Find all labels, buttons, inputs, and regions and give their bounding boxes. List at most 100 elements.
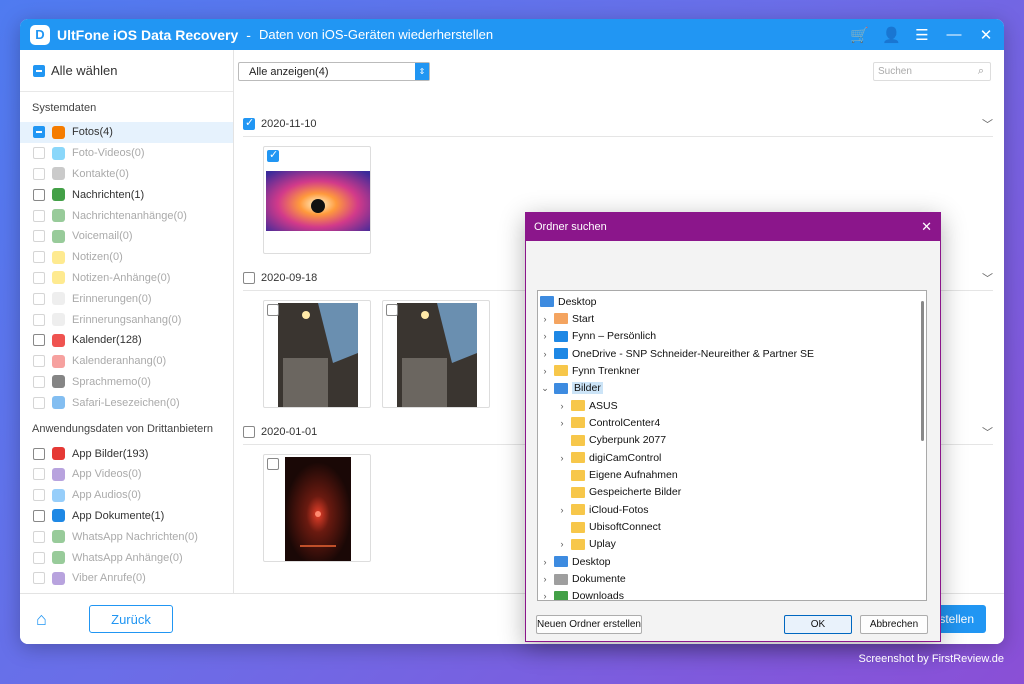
folder-icon xyxy=(540,296,554,307)
date-group-checkbox[interactable] xyxy=(243,116,255,130)
photo-thumbnail[interactable] xyxy=(263,146,371,254)
folder-icon xyxy=(554,556,568,568)
folder-tree-node[interactable]: › ControlCenter4 xyxy=(557,414,661,431)
tree-scrollbar[interactable] xyxy=(921,301,924,441)
folder-tree-node[interactable]: ⌄ Bilder xyxy=(540,380,603,397)
ok-button[interactable]: OK xyxy=(784,615,852,634)
sidebar-item[interactable]: Nachrichten(1) xyxy=(20,184,233,205)
sidebar-item-checkbox xyxy=(33,375,45,388)
date-group-checkbox[interactable] xyxy=(243,425,255,438)
filter-select[interactable]: Alle anzeigen(4) ⇕ xyxy=(238,62,430,81)
folder-tree-node[interactable]: › OneDrive - SNP Schneider-Neureither & P… xyxy=(540,345,815,362)
chevron-right-icon[interactable]: › xyxy=(540,366,550,376)
dialog-close-icon[interactable]: ✕ xyxy=(921,219,932,235)
sidebar-item-checkbox[interactable] xyxy=(33,188,45,201)
minimize-icon[interactable]: — xyxy=(946,26,962,43)
sidebar-item: Erinnerungen(0) xyxy=(20,288,233,309)
folder-tree-node[interactable]: Cyberpunk 2077 xyxy=(557,432,666,449)
folder-tree-node[interactable]: › Uplay xyxy=(557,536,616,553)
chevron-right-icon[interactable]: › xyxy=(557,505,567,515)
chevron-right-icon[interactable]: › xyxy=(540,349,550,359)
folder-tree-node[interactable]: › Fynn – Persönlich xyxy=(540,328,657,345)
photo-checkbox[interactable] xyxy=(267,304,279,316)
sidebar-item-checkbox[interactable] xyxy=(33,126,45,139)
category-icon xyxy=(52,447,65,461)
new-folder-button[interactable]: Neuen Ordner erstellen xyxy=(536,615,642,634)
select-all-row[interactable]: Alle wählen xyxy=(20,50,233,92)
date-group-checkbox[interactable] xyxy=(243,271,255,284)
home-icon[interactable]: ⌂ xyxy=(36,609,47,630)
close-icon[interactable]: ✕ xyxy=(978,26,994,44)
chevron-right-icon[interactable]: › xyxy=(557,539,567,549)
date-group-label: 2020-09-18 xyxy=(261,271,318,284)
chevron-right-icon[interactable]: › xyxy=(557,401,567,411)
chevron-right-icon[interactable]: › xyxy=(557,418,567,428)
folder-tree-node[interactable]: › Start xyxy=(540,310,595,327)
photo-checkbox[interactable] xyxy=(267,148,279,162)
chevron-right-icon[interactable]: › xyxy=(540,591,550,600)
folder-tree-label: Desktop xyxy=(572,555,611,568)
folder-tree-node[interactable]: UbisoftConnect xyxy=(557,519,661,536)
cancel-button[interactable]: Abbrechen xyxy=(860,615,928,634)
sidebar-item-checkbox[interactable] xyxy=(33,509,45,522)
photo-checkbox[interactable] xyxy=(267,458,279,470)
folder-tree-node[interactable]: › digiCamControl xyxy=(557,449,662,466)
chevron-down-icon[interactable]: ⌄ xyxy=(540,383,550,394)
folder-tree-node[interactable]: › Desktop xyxy=(540,553,611,570)
search-input[interactable]: Suchen ⌕ xyxy=(873,62,991,81)
sidebar-item-checkbox[interactable] xyxy=(33,447,45,460)
sidebar-item: WhatsApp Nachrichten(0) xyxy=(20,526,233,547)
date-group-header[interactable]: 2020-11-10 ﹀ xyxy=(243,111,993,137)
chevron-right-icon[interactable]: › xyxy=(540,314,550,324)
select-arrows-icon: ⇕ xyxy=(415,63,429,80)
folder-tree[interactable]: Desktop › Start › Fynn – Persönlich › OneDrive… xyxy=(537,290,927,601)
sidebar-item-label: WhatsApp Nachrichten(0) xyxy=(72,530,198,543)
sidebar-item[interactable]: App Dokumente(1) xyxy=(20,506,233,527)
chevron-down-icon[interactable]: ﹀ xyxy=(982,270,993,286)
category-icon xyxy=(52,250,65,264)
chevron-down-icon[interactable]: ﹀ xyxy=(982,116,993,132)
folder-tree-label: Uplay xyxy=(589,538,616,551)
folder-tree-node[interactable]: › Fynn Trenkner xyxy=(540,362,640,379)
sidebar-item-checkbox xyxy=(33,572,45,585)
title-bar-icons: 🛒 👤 ☰ — ✕ xyxy=(850,26,1004,44)
chevron-right-icon[interactable]: › xyxy=(557,453,567,463)
category-icon xyxy=(52,209,65,223)
section-title-thirdparty: Anwendungsdaten von Drittanbietern xyxy=(32,423,214,436)
search-placeholder: Suchen xyxy=(878,66,912,77)
photo-checkbox[interactable] xyxy=(386,304,398,316)
thirdparty-data-list: App Bilder(193) App Videos(0) App Audios(0… xyxy=(20,443,233,589)
back-button[interactable]: Zurück xyxy=(89,605,173,633)
photo-thumbnail[interactable] xyxy=(263,454,371,562)
category-icon xyxy=(52,188,65,202)
chevron-right-icon[interactable]: › xyxy=(540,331,550,341)
sidebar-item: Kontakte(0) xyxy=(20,164,233,185)
folder-tree-node[interactable]: › Dokumente xyxy=(540,571,626,588)
photo-thumbnail[interactable] xyxy=(263,300,371,408)
folder-tree-node[interactable]: › Downloads xyxy=(540,588,624,600)
user-icon[interactable]: 👤 xyxy=(882,26,901,44)
folder-tree-node[interactable]: › iCloud-Fotos xyxy=(557,501,649,518)
chevron-right-icon[interactable]: › xyxy=(540,557,550,567)
sidebar-item: Erinnerungsanhang(0) xyxy=(20,309,233,330)
photo-thumbnail[interactable] xyxy=(382,300,490,408)
cart-icon[interactable]: 🛒 xyxy=(850,26,869,44)
folder-tree-node[interactable]: Eigene Aufnahmen xyxy=(557,467,678,484)
menu-icon[interactable]: ☰ xyxy=(914,26,930,44)
folder-icon xyxy=(554,365,568,377)
folder-tree-node[interactable]: Gespeicherte Bilder xyxy=(557,484,681,501)
select-all-checkbox[interactable] xyxy=(33,64,45,77)
folder-tree-node[interactable]: Desktop xyxy=(540,293,597,310)
sidebar-item-label: App Audios(0) xyxy=(72,489,142,502)
chevron-right-icon[interactable]: › xyxy=(540,574,550,584)
search-icon[interactable]: ⌕ xyxy=(978,65,984,78)
sidebar-item[interactable]: App Bilder(193) xyxy=(20,443,233,464)
sidebar-item[interactable]: Fotos(4) xyxy=(20,122,233,143)
chevron-down-icon[interactable]: ﹀ xyxy=(982,424,993,440)
folder-tree-node[interactable]: › ASUS xyxy=(557,397,618,414)
title-bar: D UltFone iOS Data Recovery - Daten von … xyxy=(20,19,1004,50)
sidebar-item-checkbox[interactable] xyxy=(33,334,45,347)
sidebar-item[interactable]: Kalender(128) xyxy=(20,330,233,351)
sidebar-item-label: Erinnerungsanhang(0) xyxy=(72,313,182,326)
folder-icon xyxy=(554,382,568,394)
